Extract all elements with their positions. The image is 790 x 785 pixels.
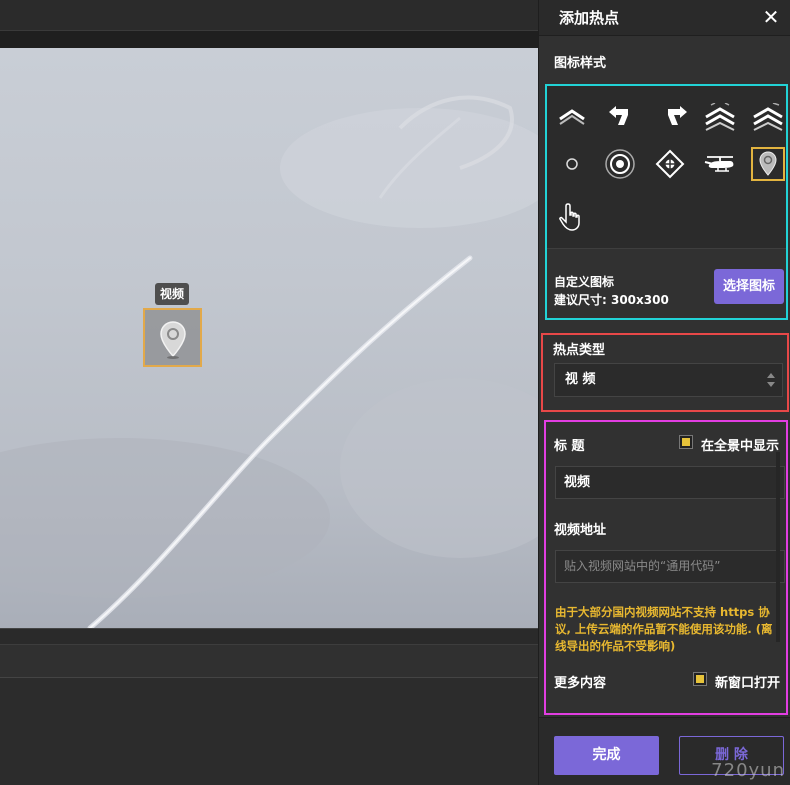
watermark-logo: 720yun	[711, 760, 785, 781]
video-url-input[interactable]: 贴入视频网站中的“通用代码”	[555, 550, 785, 583]
concentric-circle-icon[interactable]	[603, 147, 637, 181]
small-circle-icon[interactable]	[555, 147, 589, 181]
arrow-turn-left-icon[interactable]	[603, 100, 637, 134]
done-button[interactable]: 完成	[554, 736, 659, 775]
icon-style-box: 自定义图标 建议尺寸: 300x300 选择图标	[545, 84, 788, 320]
panorama-scene	[0, 95, 538, 628]
new-window-checkbox[interactable]	[693, 672, 707, 686]
double-chevron-up-icon[interactable]	[555, 100, 589, 134]
close-icon[interactable]: ✕	[760, 6, 782, 28]
video-url-label: 视频地址	[554, 523, 607, 538]
viewer-top-strip	[0, 31, 538, 48]
icon-grid	[547, 86, 786, 248]
panorama-viewport[interactable]: 视频	[0, 48, 538, 628]
new-window-label: 新窗口打开	[715, 676, 781, 691]
video-url-placeholder: 贴入视频网站中的“通用代码”	[564, 559, 721, 573]
show-in-panorama-label: 在全景中显示	[701, 439, 780, 454]
panel-header: 添加热点 ✕	[539, 0, 790, 36]
custom-icon-area: 自定义图标 建议尺寸: 300x300 选择图标	[547, 248, 786, 318]
app-root: 视频 添加热点 ✕ 图标样式 自定义图标 建议尺寸: 300x300 选择图标 …	[0, 0, 790, 785]
triple-chevron-up-alt-icon[interactable]	[751, 100, 785, 134]
hotspot-type-label: 热点类型	[553, 343, 606, 358]
arrow-turn-right-icon[interactable]	[659, 100, 693, 134]
hotspot-type-select[interactable]: 视 频	[554, 363, 783, 397]
map-pin-icon[interactable]	[751, 147, 785, 181]
panel-footer: 完成 删 除 720yun	[539, 717, 790, 785]
title-label: 标 题	[554, 439, 585, 454]
viewer-top-bar	[0, 0, 538, 31]
hotspot-type-box: 热点类型 视 频	[541, 333, 789, 412]
title-input[interactable]: 视频	[555, 466, 785, 499]
map-pin-icon	[160, 321, 186, 359]
diamond-target-icon[interactable]	[653, 147, 687, 181]
more-content-label: 更多内容	[554, 676, 607, 691]
hotspot-tooltip: 视频	[155, 283, 190, 305]
show-in-panorama-checkbox[interactable]	[679, 435, 693, 449]
viewer-bottom-strip	[0, 628, 538, 644]
hotspot-marker[interactable]	[143, 308, 202, 367]
hotspot-detail-box: 标 题 在全景中显示 视频 视频地址 贴入视频网站中的“通用代码” 由于大部分国…	[544, 420, 788, 715]
hotspot-type-value: 视 频	[565, 372, 596, 387]
select-arrows-icon	[767, 373, 775, 387]
detail-scrollbar[interactable]	[776, 452, 780, 642]
custom-icon-label: 自定义图标	[554, 275, 615, 289]
triple-chevron-up-icon[interactable]	[703, 100, 737, 134]
custom-icon-size-hint: 建议尺寸: 300x300	[554, 293, 669, 307]
panel-title: 添加热点	[559, 9, 620, 27]
viewer-bottom-area	[0, 678, 538, 785]
hand-pointer-icon[interactable]	[555, 200, 589, 234]
viewer-thumbnail-bar	[0, 644, 538, 678]
icon-style-label: 图标样式	[554, 56, 607, 71]
https-warning-text: 由于大部分国内视频网站不支持 https 协议, 上传云端的作品暂不能使用该功能…	[555, 605, 773, 653]
helicopter-icon[interactable]	[703, 147, 737, 181]
choose-icon-button[interactable]: 选择图标	[714, 269, 784, 304]
add-hotspot-panel: 添加热点 ✕ 图标样式 自定义图标 建议尺寸: 300x300 选择图标 热点类…	[538, 0, 790, 785]
